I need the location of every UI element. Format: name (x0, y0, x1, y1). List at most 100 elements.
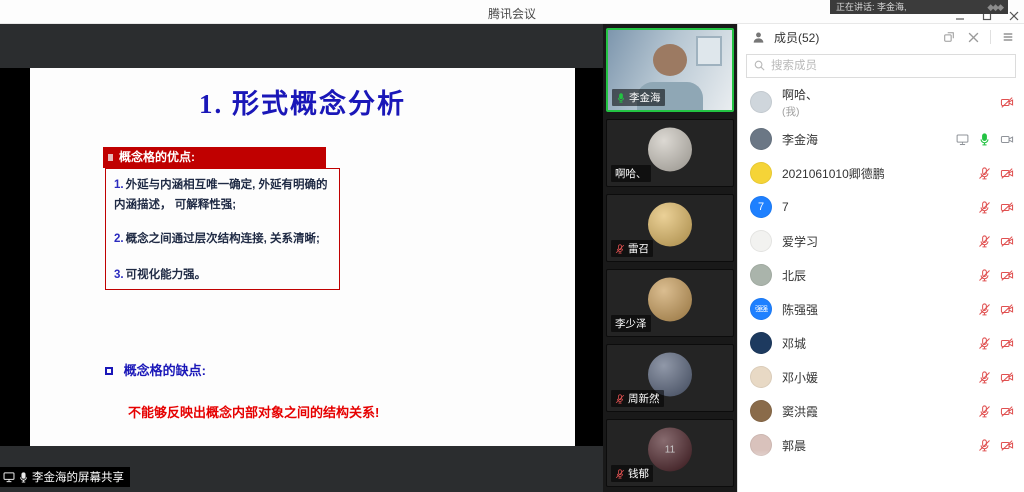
member-status-icons (1000, 96, 1014, 109)
hollow-square-bullet-icon (105, 367, 113, 375)
member-row[interactable]: 李金海 (738, 122, 1024, 156)
member-name: 邓小媛 (782, 369, 968, 386)
screen-share-icon (3, 471, 15, 483)
video-thumb[interactable]: 雷召 (606, 194, 734, 262)
member-status-icons (978, 371, 1014, 384)
member-row[interactable]: 爱学习 (738, 224, 1024, 258)
avatar (648, 277, 692, 321)
member-row[interactable]: 郭晨 (738, 428, 1024, 462)
search-input[interactable] (746, 54, 1016, 78)
close-icon[interactable] (1007, 9, 1020, 22)
member-name: 窦洪霞 (782, 403, 968, 420)
member-row[interactable]: 77 (738, 190, 1024, 224)
member-name-text: 邓小媛 (782, 369, 968, 386)
mic-off-icon[interactable] (978, 405, 991, 418)
avatar (750, 230, 772, 252)
cam-off-icon[interactable] (1000, 96, 1014, 109)
screen-share-badge: 李金海的屏幕共享 (0, 467, 130, 487)
cam-off-icon[interactable] (1000, 337, 1014, 350)
avatar: 7 (750, 196, 772, 218)
mic-off-icon[interactable] (978, 303, 991, 316)
thumb-name-badge: 李金海 (612, 89, 665, 106)
banner-bullet-icon (108, 154, 113, 161)
mic-off-icon[interactable] (978, 269, 991, 282)
cam-off-icon[interactable] (1000, 235, 1014, 248)
slide-bullet: 3.可视化能力强。 (114, 265, 331, 285)
mic-off-icon[interactable] (978, 201, 991, 214)
member-name: 陈强强 (782, 301, 968, 318)
avatar: 强强 (750, 298, 772, 320)
mic-on-icon[interactable] (978, 133, 991, 146)
thumb-name-badge: 周新然 (611, 390, 664, 407)
thumb-name-badge: 啊哈、 (611, 165, 651, 182)
member-name-text: 7 (782, 200, 968, 214)
cam-on-icon[interactable] (1000, 133, 1014, 146)
member-status-icons (978, 235, 1014, 248)
share-badge-text: 李金海的屏幕共享 (32, 469, 124, 485)
title-bar: 腾讯会议 正在讲话: 李金海, ◆◆◆ (0, 0, 1024, 24)
member-name: 爱学习 (782, 233, 968, 250)
screen-share-view[interactable]: 1. 形式概念分析 概念格的优点: 1.外延与内涵相互唯一确定, 外延有明确的内… (0, 24, 603, 492)
avatar (750, 264, 772, 286)
slide-advantages-box: 1.外延与内涵相互唯一确定, 外延有明确的内涵描述， 可解释性强; 2.概念之间… (105, 168, 340, 290)
member-name: 李金海 (782, 131, 946, 148)
member-name-text: 李金海 (782, 131, 946, 148)
thumb-name-badge: 李少泽 (611, 315, 651, 332)
cam-off-icon[interactable] (1000, 269, 1014, 282)
members-icon (748, 31, 769, 44)
mic-off-icon[interactable] (615, 394, 625, 404)
cam-off-icon[interactable] (1000, 439, 1014, 452)
member-row[interactable]: 北辰 (738, 258, 1024, 292)
thumb-name: 李金海 (629, 90, 661, 105)
slide-bullet: 2.概念之间通过层次结构连接, 关系清晰; (114, 229, 331, 249)
member-name-text: 爱学习 (782, 233, 968, 250)
participant-silhouette (653, 44, 687, 76)
video-thumb[interactable]: 李少泽 (606, 269, 734, 337)
member-list: 啊哈、(我)李金海2021061010卿德鹏77爱学习北辰强强陈强强邓城邓小媛窦… (738, 82, 1024, 492)
mic-off-icon[interactable] (978, 235, 991, 248)
mic-off-icon[interactable] (978, 371, 991, 384)
close-panel-icon[interactable] (964, 32, 983, 43)
member-name: 邓城 (782, 335, 968, 352)
mic-on-icon[interactable] (616, 93, 626, 103)
member-name-text: 啊哈、 (782, 86, 990, 103)
avatar (750, 91, 772, 113)
thumb-name-badge: 钱郁 (611, 465, 653, 482)
share-top-strip (0, 24, 603, 68)
member-panel-title: 成员(52) (774, 29, 819, 46)
member-row[interactable]: 邓城 (738, 326, 1024, 360)
avatar (750, 332, 772, 354)
member-panel-header: 成员(52) (738, 24, 1024, 50)
mic-off-icon[interactable] (615, 469, 625, 479)
avatar (750, 128, 772, 150)
mic-off-icon[interactable] (978, 439, 991, 452)
member-name-text: 邓城 (782, 335, 968, 352)
member-row[interactable]: 2021061010卿德鹏 (738, 156, 1024, 190)
cam-off-icon[interactable] (1000, 371, 1014, 384)
member-row[interactable]: 邓小媛 (738, 360, 1024, 394)
popout-panel-icon[interactable] (939, 31, 959, 43)
cam-off-icon[interactable] (1000, 405, 1014, 418)
mic-off-icon[interactable] (978, 167, 991, 180)
video-thumb[interactable]: 11钱郁 (606, 419, 734, 487)
presentation-slide: 1. 形式概念分析 概念格的优点: 1.外延与内涵相互唯一确定, 外延有明确的内… (30, 68, 575, 446)
menu-icon[interactable] (998, 31, 1018, 43)
cam-off-icon[interactable] (1000, 303, 1014, 316)
member-row[interactable]: 啊哈、(我) (738, 82, 1024, 122)
video-thumb[interactable]: 周新然 (606, 344, 734, 412)
member-name: 啊哈、(我) (782, 86, 990, 119)
member-name-text: 郭晨 (782, 437, 968, 454)
member-row[interactable]: 强强陈强强 (738, 292, 1024, 326)
thumb-name: 周新然 (628, 391, 660, 406)
speaking-toast: 正在讲话: 李金海, ◆◆◆ (830, 0, 1008, 14)
video-thumb[interactable]: 啊哈、 (606, 119, 734, 187)
avatar (750, 434, 772, 456)
video-thumb[interactable]: 李金海 (606, 28, 734, 112)
cam-off-icon[interactable] (1000, 167, 1014, 180)
cam-off-icon[interactable] (1000, 201, 1014, 214)
mic-off-icon[interactable] (615, 244, 625, 254)
member-row[interactable]: 窦洪霞 (738, 394, 1024, 428)
slide-bullet: 1.外延与内涵相互唯一确定, 外延有明确的内涵描述， 可解释性强; (114, 175, 331, 215)
screen-share-icon (956, 133, 969, 146)
mic-off-icon[interactable] (978, 337, 991, 350)
